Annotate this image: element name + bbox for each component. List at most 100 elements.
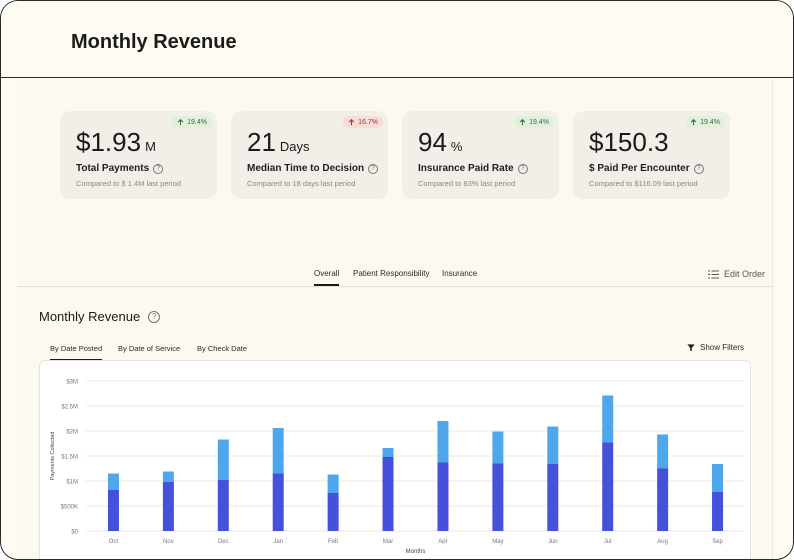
help-icon[interactable]: ?	[153, 163, 164, 174]
kpi-label: $ Paid Per Encounter?	[589, 163, 704, 174]
arrow-up-icon	[348, 118, 355, 125]
show-filters-label: Show Filters	[699, 343, 744, 352]
bar-segment	[382, 457, 394, 531]
bar-segment	[217, 439, 229, 480]
kpi-comparison: Compared to $116.09 last period	[589, 179, 698, 188]
bar-segment	[712, 492, 724, 531]
bar-segment	[107, 473, 119, 490]
y-tick-label: $1.5M	[61, 455, 78, 461]
bar-segment	[547, 426, 559, 464]
x-tick-label: May	[492, 539, 503, 545]
bar-segment	[492, 431, 504, 464]
x-tick-label: Oct	[109, 539, 119, 545]
kpi-value: $150.3	[589, 127, 673, 158]
tab-patient-responsibility[interactable]: Patient Responsibility	[353, 269, 429, 284]
kpi-value: $1.93 M	[76, 127, 156, 158]
kpi-card-insurance-paid-rate[interactable]: 19.4% 94% Insurance Paid Rate? Compared …	[402, 111, 559, 199]
arrow-up-icon	[519, 118, 526, 125]
y-tick-label: $2.5M	[61, 405, 78, 411]
help-icon[interactable]: ?	[517, 163, 528, 174]
tab-insurance[interactable]: Insurance	[442, 269, 477, 284]
bar-segment	[602, 442, 614, 531]
bar-segment	[327, 474, 339, 493]
bar-segment	[602, 395, 614, 443]
x-tick-label: Apr	[438, 539, 447, 545]
help-icon[interactable]: ?	[368, 163, 379, 174]
tab-by-check-date[interactable]: By Check Date	[197, 344, 247, 359]
revenue-chart: $0 $500K $1M $1.5M $2M $2.5M $3M Payments Colle…	[39, 360, 751, 559]
y-tick-label: $0	[71, 530, 78, 536]
kpi-number: $1.93	[76, 127, 142, 157]
bar-segment	[272, 428, 284, 474]
kpi-value: 21 Days	[247, 127, 310, 158]
x-tick-label: Jul	[604, 539, 612, 545]
bar-segment	[162, 482, 174, 531]
show-filters-button[interactable]: Show Filters	[687, 343, 744, 352]
bar-segment	[382, 448, 394, 457]
y-tick-label: $2M	[66, 430, 78, 436]
bar-segment	[657, 434, 669, 469]
kpi-comparison: Compared to $ 1.4M last period	[76, 179, 182, 188]
x-tick-label: Mar	[383, 539, 393, 545]
bar-segment	[547, 464, 559, 531]
help-icon[interactable]: ?	[148, 310, 161, 323]
x-tick-label: Nov	[163, 539, 174, 545]
change-badge: 19.4%	[514, 116, 554, 128]
bar-segment	[217, 480, 229, 531]
change-value: 19.4%	[529, 118, 549, 126]
kpi-unit: %	[450, 139, 463, 154]
kpi-card-median-time[interactable]: 16.7% 21 Days Median Time to Decision? Co…	[231, 111, 388, 199]
y-tick-label: $1M	[66, 480, 78, 486]
edit-order-label: Edit Order	[723, 269, 765, 279]
help-icon[interactable]: ?	[693, 163, 704, 174]
change-badge: 19.4%	[172, 116, 212, 128]
change-value: 19.4%	[187, 118, 207, 126]
y-tick-label: $500K	[61, 505, 78, 511]
page-title: Monthly Revenue	[71, 31, 237, 53]
y-axis-label: Payments Collected	[50, 432, 56, 481]
change-badge: 19.4%	[685, 116, 725, 128]
kpi-label-text: Median Time to Decision	[247, 163, 365, 174]
kpi-unit: Days	[279, 139, 310, 154]
kpi-label: Insurance Paid Rate?	[418, 163, 528, 174]
kpi-number: 21	[247, 127, 276, 157]
app-window: Monthly Revenue 19.4% $1.93 M Total Payme…	[0, 0, 794, 560]
x-tick-label: Feb	[328, 539, 339, 545]
bar-segment	[107, 490, 119, 531]
change-badge: 16.7%	[343, 116, 383, 128]
kpi-number: 94	[418, 127, 447, 157]
kpi-label-text: Total Payments	[76, 163, 150, 174]
bar-segment	[327, 493, 339, 531]
arrow-up-icon	[177, 118, 184, 125]
bar-segment	[712, 464, 724, 492]
change-value: 16.7%	[358, 118, 378, 126]
edit-order-button[interactable]: Edit Order	[707, 269, 765, 279]
y-tick-label: $3M	[66, 380, 78, 386]
list-icon	[707, 270, 719, 278]
bar-segment	[437, 462, 449, 531]
x-tick-label: Jun	[548, 539, 558, 545]
kpi-card-paid-per-encounter[interactable]: 19.4% $150.3 $ Paid Per Encounter? Compa…	[573, 111, 730, 199]
tab-by-date-posted[interactable]: By Date Posted	[50, 344, 103, 361]
bar-segment	[657, 468, 669, 531]
arrow-up-icon	[690, 118, 697, 125]
kpi-comparison: Compared to 83% last period	[418, 179, 516, 188]
tab-overall[interactable]: Overall	[314, 269, 340, 286]
x-tick-label: Dec	[218, 539, 229, 545]
bar-segment	[437, 421, 449, 463]
bar-segment	[162, 471, 174, 482]
x-tick-label: Aug	[657, 539, 668, 545]
section-title: Monthly Revenue ?	[39, 309, 161, 324]
kpi-label: Total Payments?	[76, 163, 164, 174]
page-header: Monthly Revenue	[1, 1, 793, 78]
kpi-value: 94%	[418, 127, 462, 158]
view-tabs: Overall Patient Responsibility Insurance…	[17, 267, 773, 287]
kpi-number: $150.3	[589, 127, 669, 157]
kpi-label-text: $ Paid Per Encounter	[589, 163, 690, 174]
x-axis-label: Months	[406, 549, 426, 555]
kpi-unit: M	[145, 139, 156, 154]
bar-segment	[492, 463, 504, 531]
tab-by-date-of-service[interactable]: By Date of Service	[118, 344, 180, 359]
kpi-card-total-payments[interactable]: 19.4% $1.93 M Total Payments? Compared to…	[60, 111, 217, 199]
kpi-comparison: Compared to 18 days last period	[247, 179, 356, 188]
